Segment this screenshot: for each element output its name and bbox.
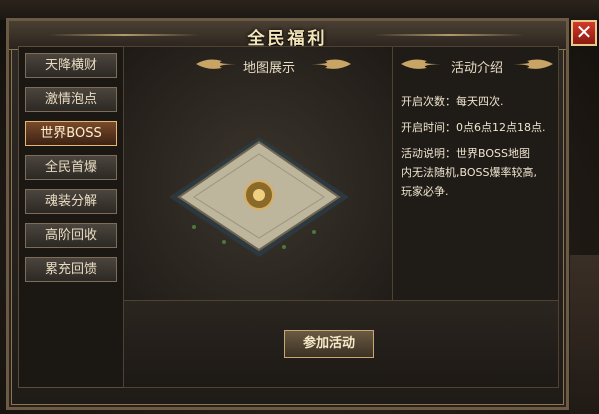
sidebar-item-jiqingpaodian[interactable]: 激情泡点: [25, 87, 117, 112]
sidebar-item-gaojiehuishou[interactable]: 高阶回收: [25, 223, 117, 248]
close-button[interactable]: ✕: [571, 20, 597, 46]
map-display-area: 地图展示: [123, 46, 393, 301]
wing-ornament-left-icon: [401, 59, 441, 69]
wing-ornament-right-icon: [311, 59, 351, 69]
sidebar-item-leichonghuikui[interactable]: 累充回馈: [25, 257, 117, 282]
background-right-strip: [570, 255, 599, 414]
sidebar-item-hunzhuangfenjie[interactable]: 魂装分解: [25, 189, 117, 214]
info-open-count: 开启次数：每天四次.: [401, 95, 504, 108]
info-description-line1: 活动说明：世界BOSS地图: [401, 147, 530, 160]
info-section-title: 活动介绍: [450, 61, 503, 76]
close-icon: ✕: [575, 20, 593, 44]
activity-info-area: 活动介绍 开启次数：每天四次. 开启时间：0点6点12点18点. 活动说明：世界…: [392, 46, 559, 301]
boss-map-thumbnail: [169, 137, 349, 257]
sidebar-item-world-boss[interactable]: 世界BOSS: [25, 121, 117, 146]
sidebar-item-quanminshoubao[interactable]: 全民首爆: [25, 155, 117, 180]
join-activity-button[interactable]: 参加活动: [284, 330, 374, 358]
info-open-time: 开启时间：0点6点12点18点.: [401, 121, 546, 134]
sidebar-item-tianjianghengcai[interactable]: 天降横财: [25, 53, 117, 78]
info-description-line2: 内无法随机,BOSS爆率较高,: [401, 166, 537, 179]
wing-ornament-left-icon: [196, 59, 236, 69]
background-top-strip: [0, 0, 599, 20]
sidebar: 天降横财 激情泡点 世界BOSS 全民首爆 魂装分解 高阶回收 累充回馈: [18, 46, 124, 388]
map-section-title: 地图展示: [242, 61, 295, 76]
info-description-line3: 玩家必争.: [401, 185, 449, 198]
wing-ornament-right-icon: [513, 59, 553, 69]
